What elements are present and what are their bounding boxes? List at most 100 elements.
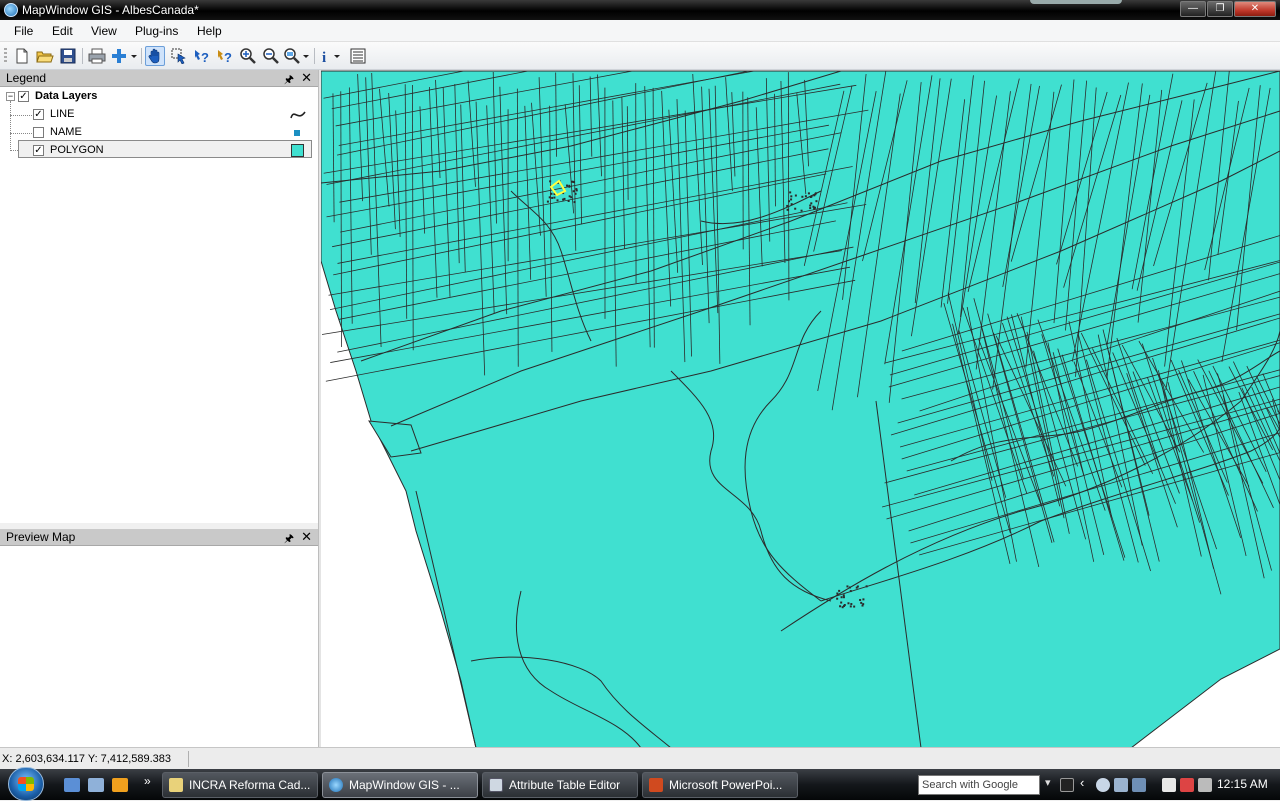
town-block — [547, 201, 549, 203]
taskbar-button-attribute-editor[interactable]: Attribute Table Editor — [482, 772, 638, 798]
town-block — [787, 209, 789, 211]
town-block — [843, 596, 845, 598]
close-button[interactable]: ✕ — [1234, 1, 1276, 17]
info-button[interactable]: i — [320, 46, 344, 66]
add-layer-button[interactable] — [112, 46, 138, 66]
map-canvas[interactable] — [321, 70, 1280, 747]
close-legend-icon[interactable]: ✕ — [301, 70, 312, 86]
line-symbol-icon — [290, 110, 306, 120]
menu-view[interactable]: View — [91, 24, 117, 38]
town-block — [866, 585, 868, 587]
identify-tool-button[interactable]: ? — [192, 46, 212, 66]
town-block — [790, 198, 792, 200]
media-player-icon[interactable] — [112, 778, 128, 792]
main-toolbar: ? ? i — [0, 42, 1280, 70]
info-icon: i — [320, 48, 344, 64]
search-dropdown-icon[interactable]: ▾ — [1045, 776, 1051, 789]
new-project-button[interactable] — [12, 46, 32, 66]
status-bar: X: 2,603,634.117 Y: 7,412,589.383 — [0, 747, 1280, 769]
coordinates-readout: X: 2,603,634.117 Y: 7,412,589.383 — [2, 753, 171, 765]
save-project-button[interactable] — [58, 46, 78, 66]
menu-edit[interactable]: Edit — [52, 24, 73, 38]
tray-box-icon[interactable] — [1060, 778, 1074, 792]
map-view[interactable] — [321, 71, 1280, 747]
town-block — [860, 602, 862, 604]
legend-layer-polygon[interactable]: ✓ POLYGON — [0, 142, 318, 160]
town-block — [846, 585, 848, 587]
preview-map-panel — [0, 546, 318, 747]
layer-name-checkbox[interactable] — [33, 127, 44, 138]
town-block — [553, 197, 555, 199]
pan-icon — [147, 48, 163, 64]
maximize-icon: ❐ — [1216, 3, 1225, 14]
town-block — [850, 590, 852, 592]
town-block — [786, 205, 788, 207]
save-icon — [60, 48, 76, 64]
tray-monitor-icon[interactable] — [1114, 778, 1128, 792]
legend-group-data-layers[interactable]: − ✓ Data Layers — [0, 88, 318, 106]
town-block — [788, 200, 790, 202]
town-block — [810, 202, 812, 204]
toolbar-grip[interactable] — [4, 48, 7, 64]
town-block — [862, 598, 864, 600]
town-block — [576, 189, 578, 191]
open-project-button[interactable] — [35, 46, 55, 66]
town-block — [843, 594, 845, 596]
start-button[interactable] — [8, 767, 44, 801]
open-icon — [36, 48, 54, 64]
tray-expand-icon[interactable]: ‹ — [1080, 775, 1084, 790]
show-desktop-icon[interactable] — [64, 778, 80, 792]
town-block — [843, 605, 845, 607]
svg-text:?: ? — [224, 50, 232, 64]
mapwindow-icon — [329, 778, 343, 792]
taskbar-label: Attribute Table Editor — [509, 778, 620, 792]
taskbar-button-incra[interactable]: INCRA Reforma Cad... — [162, 772, 318, 798]
tray-network-icon[interactable] — [1096, 778, 1110, 792]
select-icon — [171, 48, 187, 64]
window-title: MapWindow GIS - AlbesCanada* — [22, 3, 199, 17]
town-block — [801, 210, 803, 212]
google-search-box[interactable]: Search with Google — [918, 775, 1040, 795]
group-checkbox[interactable]: ✓ — [18, 91, 29, 102]
svg-text:?: ? — [201, 50, 209, 64]
taskbar-button-powerpoint[interactable]: Microsoft PowerPoi... — [642, 772, 798, 798]
layer-line-checkbox[interactable]: ✓ — [33, 109, 44, 120]
mapwindow-app-icon[interactable] — [4, 3, 18, 17]
close-preview-icon[interactable]: ✕ — [301, 529, 312, 545]
maximize-button[interactable]: ❐ — [1207, 1, 1233, 17]
tray-volume-icon[interactable] — [1198, 778, 1212, 792]
zoom-extent-button[interactable] — [284, 46, 310, 66]
attribute-table-button[interactable] — [348, 46, 368, 66]
select-tool-button[interactable] — [169, 46, 189, 66]
town-block — [815, 192, 817, 194]
zoom-out-icon — [263, 48, 279, 64]
tray-battery-icon[interactable] — [1162, 778, 1176, 792]
town-block — [808, 192, 810, 194]
svg-text:i: i — [322, 50, 326, 64]
layer-line-label: LINE — [50, 108, 74, 120]
minimize-button[interactable]: — — [1180, 1, 1206, 17]
switch-windows-icon[interactable] — [88, 778, 104, 792]
town-block — [550, 193, 552, 195]
collapse-icon[interactable]: − — [6, 92, 15, 101]
menu-help[interactable]: Help — [197, 24, 222, 38]
layer-polygon-checkbox[interactable]: ✓ — [33, 145, 44, 156]
taskbar-button-mapwindow[interactable]: MapWindow GIS - ... — [322, 772, 478, 798]
menu-plugins[interactable]: Plug-ins — [135, 24, 178, 38]
town-block — [839, 605, 841, 607]
tray-device-icon[interactable] — [1132, 778, 1146, 792]
town-block — [805, 195, 807, 197]
print-button[interactable] — [87, 46, 107, 66]
clock: 12:15 AM — [1217, 777, 1268, 791]
group-label: Data Layers — [35, 90, 97, 102]
zoom-in-button[interactable] — [238, 46, 258, 66]
zoom-out-button[interactable] — [261, 46, 281, 66]
query-tool-button[interactable]: ? — [215, 46, 235, 66]
pan-tool-button[interactable] — [145, 46, 165, 66]
legend-layer-line[interactable]: ✓ LINE — [0, 106, 318, 124]
tray-alert-icon[interactable] — [1180, 778, 1194, 792]
town-block — [836, 598, 838, 600]
quicklaunch-overflow[interactable]: » — [144, 774, 151, 788]
windows-taskbar: » INCRA Reforma Cad... MapWindow GIS - .… — [0, 769, 1280, 800]
menu-file[interactable]: File — [14, 24, 33, 38]
